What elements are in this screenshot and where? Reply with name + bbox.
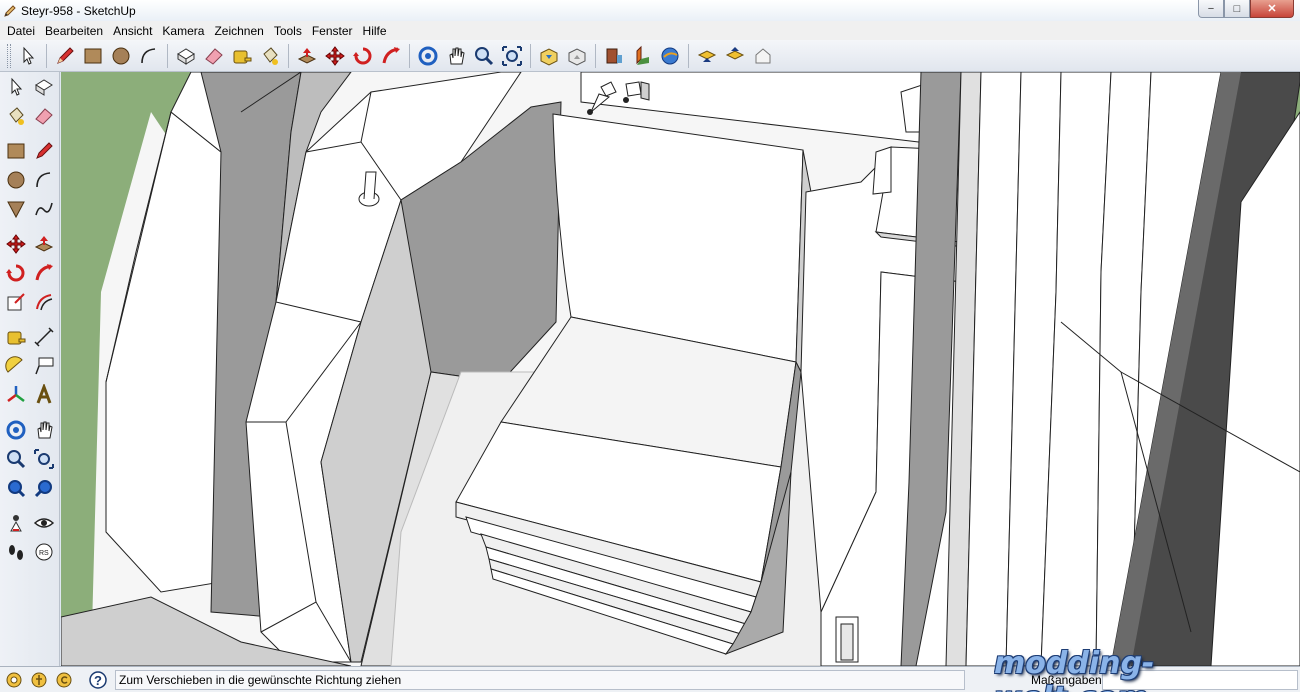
status-message: Zum Verschieben in die gewünschte Richtu…	[115, 670, 965, 690]
maximize-button[interactable]: □	[1224, 0, 1250, 18]
make-component-icon[interactable]	[172, 42, 200, 70]
axes-icon[interactable]	[2, 381, 30, 409]
minimize-button[interactable]: −	[1198, 0, 1224, 18]
zoom-icon[interactable]	[2, 445, 30, 473]
3d-text-icon[interactable]	[30, 381, 58, 409]
model-viewport[interactable]	[61, 72, 1300, 666]
push-pull-icon[interactable]	[293, 42, 321, 70]
paint-bucket-icon[interactable]	[256, 42, 284, 70]
zoom-extents-icon[interactable]	[2, 474, 30, 502]
watermark-text: modding-welt.com	[994, 646, 1155, 692]
position-camera-icon[interactable]	[2, 509, 30, 537]
tape-measure-icon[interactable]	[2, 323, 30, 351]
upload-icon[interactable]	[721, 42, 749, 70]
circle-icon[interactable]	[107, 42, 135, 70]
left-toolbar: RS	[0, 72, 60, 666]
toolbar-separator	[688, 43, 689, 68]
offset-icon[interactable]	[30, 288, 58, 316]
arc-icon[interactable]	[135, 42, 163, 70]
menu-datei[interactable]: Datei	[2, 24, 40, 38]
menu-kamera[interactable]: Kamera	[157, 24, 209, 38]
menu-fenster[interactable]: Fenster	[307, 24, 358, 38]
paint-bucket-icon[interactable]	[2, 102, 30, 130]
dimension-icon[interactable]	[30, 323, 58, 351]
look-around-icon[interactable]	[30, 509, 58, 537]
select-icon[interactable]	[2, 73, 30, 101]
rotate-icon[interactable]	[349, 42, 377, 70]
rectangle-icon[interactable]	[79, 42, 107, 70]
walk-icon[interactable]	[2, 538, 30, 566]
menu-hilfe[interactable]: Hilfe	[358, 24, 392, 38]
toolbar-separator	[409, 43, 410, 68]
move-icon[interactable]	[321, 42, 349, 70]
freehand-icon[interactable]	[30, 195, 58, 223]
toolbar-grip[interactable]	[7, 43, 11, 68]
svg-text:RS: RS	[39, 550, 49, 557]
download-icon[interactable]	[693, 42, 721, 70]
close-button[interactable]: ✕	[1250, 0, 1294, 18]
share-model-icon[interactable]	[563, 42, 591, 70]
line-icon[interactable]	[30, 137, 58, 165]
pencil-icon[interactable]	[51, 42, 79, 70]
sketchup-window: Steyr-958 - SketchUp − □ ✕ Datei Bearbei…	[0, 0, 1300, 692]
zoom-extents-icon[interactable]	[498, 42, 526, 70]
menu-ansicht[interactable]: Ansicht	[108, 24, 157, 38]
model-scene[interactable]	[61, 72, 1300, 666]
copyright-icon[interactable]	[53, 669, 75, 691]
svg-text:?: ?	[94, 673, 102, 688]
pan-icon[interactable]	[442, 42, 470, 70]
arc-icon[interactable]	[30, 166, 58, 194]
pan-icon[interactable]	[30, 416, 58, 444]
menu-bar: Datei Bearbeiten Ansicht Kamera Zeichnen…	[0, 21, 1300, 40]
place-model-icon[interactable]	[628, 42, 656, 70]
main-toolbar	[0, 40, 1300, 72]
window-title: Steyr-958 - SketchUp	[21, 3, 136, 18]
orbit-icon[interactable]	[2, 416, 30, 444]
move-icon[interactable]	[2, 230, 30, 258]
geo-location-icon[interactable]	[3, 669, 25, 691]
toolbar-separator	[530, 43, 531, 68]
rotate-icon[interactable]	[2, 259, 30, 287]
toolbar-separator	[46, 43, 47, 68]
follow-me-icon[interactable]	[30, 259, 58, 287]
credits-icon[interactable]	[28, 669, 50, 691]
orbit-icon[interactable]	[414, 42, 442, 70]
protractor-icon[interactable]	[2, 352, 30, 380]
menu-zeichnen[interactable]: Zeichnen	[209, 24, 268, 38]
section-plane-icon[interactable]: RS	[30, 538, 58, 566]
component-icon[interactable]	[30, 73, 58, 101]
warehouse-icon[interactable]	[749, 42, 777, 70]
eraser-icon[interactable]	[30, 102, 58, 130]
follow-me-icon[interactable]	[377, 42, 405, 70]
menu-bearbeiten[interactable]: Bearbeiten	[40, 24, 108, 38]
polygon-icon[interactable]	[2, 195, 30, 223]
sketchup-pencil-icon	[2, 3, 18, 19]
select-icon[interactable]	[14, 42, 42, 70]
circle-icon[interactable]	[2, 166, 30, 194]
menu-tools[interactable]: Tools	[269, 24, 307, 38]
get-models-icon[interactable]	[535, 42, 563, 70]
help-icon[interactable]: ?	[87, 669, 109, 691]
tape-measure-icon[interactable]	[228, 42, 256, 70]
toolbar-separator	[167, 43, 168, 68]
zoom-window-icon[interactable]	[30, 445, 58, 473]
toolbar-separator	[288, 43, 289, 68]
text-icon[interactable]	[30, 352, 58, 380]
zoom-icon[interactable]	[470, 42, 498, 70]
previous-view-icon[interactable]	[30, 474, 58, 502]
get-photo-texture-icon[interactable]	[600, 42, 628, 70]
toolbar-separator	[595, 43, 596, 68]
scale-icon[interactable]	[2, 288, 30, 316]
google-earth-icon[interactable]	[656, 42, 684, 70]
push-pull-icon[interactable]	[30, 230, 58, 258]
eraser-icon[interactable]	[200, 42, 228, 70]
title-bar: Steyr-958 - SketchUp − □ ✕	[0, 0, 1300, 21]
rectangle-icon[interactable]	[2, 137, 30, 165]
